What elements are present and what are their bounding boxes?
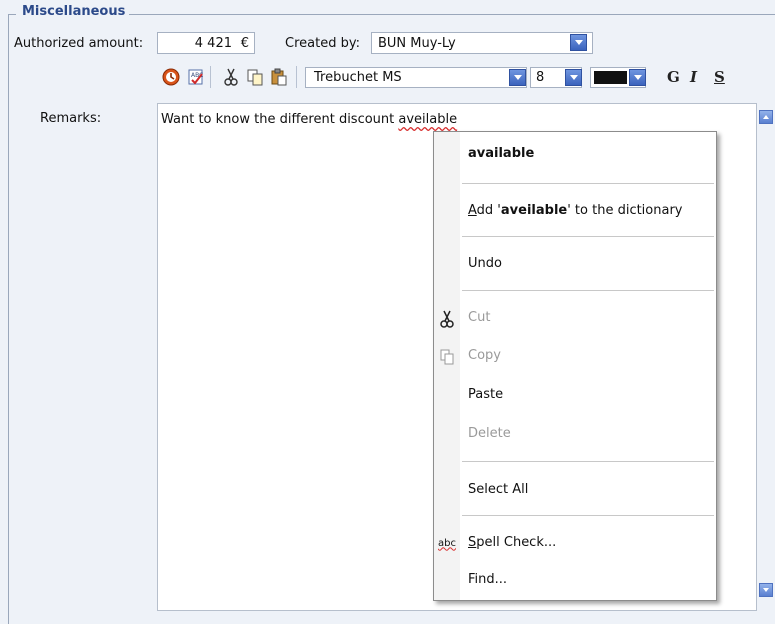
scissors-icon: [437, 309, 457, 329]
text-color-dropdown-button[interactable]: [629, 69, 646, 86]
group-legend: Miscellaneous: [16, 4, 130, 19]
underline-button[interactable]: S: [714, 68, 725, 86]
font-size-value: 8: [536, 70, 545, 85]
color-swatch: [594, 71, 627, 84]
bold-button[interactable]: G: [667, 68, 680, 86]
spell-icon-text: abc: [438, 537, 456, 549]
menu-item-paste[interactable]: Paste: [468, 387, 503, 402]
menu-item-suggestion[interactable]: available: [468, 146, 534, 161]
spellcheck-icon[interactable]: ABC: [185, 66, 207, 88]
menu-separator: [462, 236, 714, 237]
clock-icon[interactable]: [160, 66, 182, 88]
scroll-up-button[interactable]: [759, 110, 773, 124]
add-accelerator: A: [468, 203, 477, 218]
paste-icon[interactable]: [268, 66, 290, 88]
add-suffix: ' to the dictionary: [567, 203, 683, 218]
menu-item-add-to-dictionary[interactable]: Add 'aveilable' to the dictionary: [468, 203, 683, 218]
add-word: aveilable: [500, 203, 568, 218]
authorized-amount-label: Authorized amount:: [14, 36, 144, 51]
created-by-select[interactable]: BUN Muy-Ly: [371, 32, 593, 54]
remarks-scrollbar[interactable]: [757, 103, 775, 611]
menu-item-delete[interactable]: Delete: [468, 426, 511, 441]
cut-icon[interactable]: [220, 66, 242, 88]
remarks-label: Remarks:: [40, 111, 102, 126]
toolbar-separator: [296, 66, 297, 88]
remarks-text: Want to know the different discount avei…: [161, 112, 457, 127]
italic-button[interactable]: I: [690, 68, 697, 86]
menu-item-undo[interactable]: Undo: [468, 256, 502, 271]
menu-separator: [462, 290, 714, 291]
menu-item-copy[interactable]: Copy: [468, 348, 501, 363]
context-menu: available Add 'aveilable' to the diction…: [433, 131, 717, 601]
remarks-text-body: Want to know the different discount: [161, 112, 399, 127]
font-name-select[interactable]: Trebuchet MS: [305, 67, 527, 88]
toolbar-separator: [210, 66, 211, 88]
menu-item-find[interactable]: Find...: [468, 572, 507, 587]
menu-item-spell-check[interactable]: Spell Check...: [468, 535, 556, 550]
font-name-dropdown-button[interactable]: [509, 69, 526, 86]
menu-separator: [462, 515, 714, 516]
font-name-value: Trebuchet MS: [314, 70, 402, 85]
copy-icon: [437, 347, 457, 367]
created-by-label: Created by:: [285, 36, 360, 51]
misspelled-word[interactable]: aveilable: [398, 112, 457, 127]
menu-separator: [462, 183, 714, 184]
font-size-dropdown-button[interactable]: [565, 69, 582, 86]
currency-symbol: €: [240, 36, 249, 51]
menu-item-cut[interactable]: Cut: [468, 310, 490, 325]
menu-separator: [462, 461, 714, 462]
spell-check-label: pell Check...: [476, 535, 557, 550]
menu-item-select-all[interactable]: Select All: [468, 482, 528, 497]
created-by-value: BUN Muy-Ly: [378, 36, 456, 51]
copy-icon[interactable]: [244, 66, 266, 88]
group-frame-left: [8, 14, 9, 624]
add-prefix: dd ': [476, 203, 501, 218]
spell-check-icon: abc: [437, 533, 457, 553]
created-by-dropdown-button[interactable]: [570, 34, 587, 51]
scroll-down-button[interactable]: [759, 583, 773, 597]
authorized-amount-value: 4 421: [194, 36, 232, 51]
authorized-amount-field[interactable]: 4 421 €: [157, 32, 255, 54]
